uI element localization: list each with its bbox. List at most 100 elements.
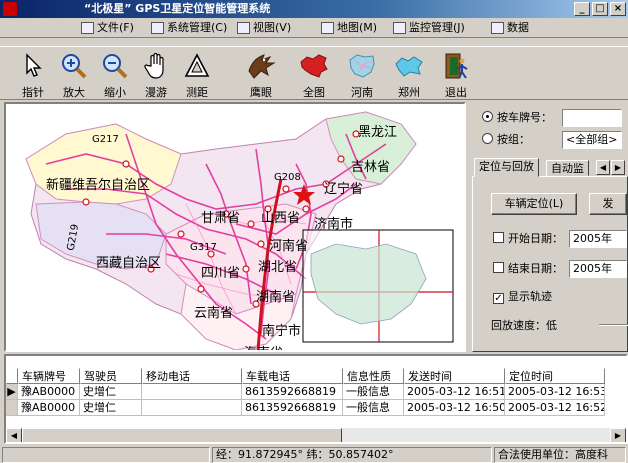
gear-icon [151, 22, 164, 34]
exit-icon [440, 51, 472, 81]
monitor-icon [393, 22, 406, 34]
menu-system[interactable]: 系统管理(C) [150, 20, 227, 36]
henan-tool[interactable]: 河南 [343, 49, 381, 99]
tab-auto-monitor[interactable]: 自动监 [546, 160, 589, 176]
header-send-time[interactable]: 发送时间 [404, 368, 505, 384]
map-label-heilongjiang: 黑龙江 [358, 125, 398, 140]
checkbox-checked: ✓ [493, 293, 504, 304]
status-licensed-unit: 合法使用单位：高度科 [494, 447, 626, 463]
plate-input[interactable] [562, 109, 622, 127]
pan-tool[interactable]: 漫游 [137, 49, 175, 99]
playback-speed-label: 回放速度：低 [491, 319, 557, 332]
header-locate-time[interactable]: 定位时间 [505, 368, 605, 384]
cell-mobile [142, 384, 242, 400]
tab-scroll-left[interactable]: ◀ [596, 160, 610, 175]
menu-file[interactable]: 文件(F) [80, 20, 134, 36]
eagle-eye-tool[interactable]: 鹰眼 [242, 49, 280, 99]
checkbox-box [493, 232, 504, 243]
vehicle-grid: 车辆牌号 驾驶员 移动电话 车载电话 信息性质 发送时间 定位时间 ▶ 豫AB0… [4, 354, 628, 444]
playback-speed-slider[interactable] [599, 324, 628, 326]
close-button[interactable]: × [610, 2, 626, 16]
checkbox-box [493, 262, 504, 273]
zhengzhou-tool[interactable]: 郑州 [390, 49, 428, 99]
cell-locate-time: 2005-03-12 16:52 [505, 400, 605, 416]
road-label-g208: G208 [274, 172, 301, 183]
road-label-g217: G217 [92, 134, 119, 145]
header-driver[interactable]: 驾驶员 [80, 368, 142, 384]
pointer-icon [17, 51, 49, 81]
ruler-icon [181, 51, 213, 81]
panel-tabs: 定位与回放 自动监 ◀ ▶ [472, 158, 628, 177]
map-label-nanning: 南宁市 [262, 324, 302, 339]
header-info-type[interactable]: 信息性质 [343, 368, 404, 384]
map-label-hubei: 湖北省 [258, 260, 298, 275]
scroll-right-button[interactable]: ▶ [610, 428, 626, 442]
map-label-sichuan: 四川省 [201, 266, 241, 281]
tab-locate-playback[interactable]: 定位与回放 [474, 158, 539, 177]
title-bar: “北极星” GPS卫星定位智能管理系统 _ □ × [0, 0, 628, 18]
toolbar: 指针 放大 缩小 漫游 测距 鹰眼 全图 河南 郑州 退出 [0, 46, 628, 100]
map-label-hainan: 海南省 [244, 342, 283, 350]
horizontal-scrollbar[interactable]: ◀ ▶ [6, 428, 626, 442]
map-label-xinjiang: 新疆维吾尔自治区 [46, 178, 151, 193]
map-label-henan: 河南省 [269, 239, 309, 254]
cell-mobile [142, 400, 242, 416]
group-select[interactable]: <全部组> [562, 131, 622, 149]
start-date-checkbox[interactable]: 开始日期： [493, 231, 563, 247]
window-title: “北极星” GPS卫星定位智能管理系统 [84, 2, 271, 15]
row-indicator-icon: ▶ [6, 384, 18, 400]
status-panel-blank [2, 447, 210, 463]
radio-dot [482, 133, 493, 144]
header-mobile[interactable]: 移动电话 [142, 368, 242, 384]
header-indicator [6, 368, 18, 384]
show-track-checkbox[interactable]: ✓ 显示轨迹 [493, 289, 552, 305]
header-plate[interactable]: 车辆牌号 [18, 368, 80, 384]
map-label-liaoning: 辽宁省 [324, 182, 364, 197]
zoom-out-tool[interactable]: 缩小 [96, 49, 134, 99]
map-label-jinan: 济南市 [314, 217, 354, 232]
cell-info-type: 一般信息 [343, 400, 404, 416]
vehicle-locate-button[interactable]: 车辆定位(L) [491, 193, 577, 215]
end-date-checkbox[interactable]: 结束日期： [493, 261, 563, 277]
maximize-button[interactable]: □ [592, 2, 608, 16]
radio-dot [482, 111, 493, 122]
measure-tool[interactable]: 测距 [178, 49, 216, 99]
minimize-button[interactable]: _ [574, 2, 590, 16]
app-icon [3, 2, 17, 16]
exit-tool[interactable]: 退出 [437, 49, 475, 99]
menu-data[interactable]: 数据 [490, 20, 529, 36]
map-label-gansu: 甘肃省 [201, 211, 241, 226]
menu-view[interactable]: 视图(V) [236, 20, 291, 36]
zoom-out-icon [99, 51, 131, 81]
map-label-jilin: 吉林省 [351, 160, 391, 175]
scroll-left-button[interactable]: ◀ [6, 428, 22, 442]
map-icon [321, 22, 334, 34]
full-map-icon [298, 51, 330, 81]
menu-monitor[interactable]: 监控管理(J) [392, 20, 465, 36]
menu-map[interactable]: 地图(M) [320, 20, 377, 36]
locate-playback-panel: 车辆定位(L) 发 开始日期： 2005年 结束日期： 2005年 ✓ 显示轨迹 … [472, 176, 628, 352]
zoom-in-tool[interactable]: 放大 [55, 49, 93, 99]
cell-send-time: 2005-03-12 16:51 [404, 384, 505, 400]
by-plate-radio[interactable]: 按车牌号： [482, 109, 552, 127]
header-car-phone[interactable]: 车载电话 [242, 368, 343, 384]
by-group-radio[interactable]: 按组： [482, 131, 530, 149]
end-date-input[interactable]: 2005年 [569, 260, 627, 278]
view-icon [237, 22, 250, 34]
map-view[interactable]: 黑龙江 吉林省 辽宁省 新疆维吾尔自治区 甘肃省 山西省 济南市 河南省 西藏自… [4, 102, 466, 352]
start-date-input[interactable]: 2005年 [569, 230, 627, 248]
full-map-tool[interactable]: 全图 [295, 49, 333, 99]
tab-scroll-right[interactable]: ▶ [611, 160, 625, 175]
database-icon [491, 22, 504, 34]
status-coordinates: 经：91.872945° 纬：50.857402° [212, 447, 492, 463]
map-label-yunnan: 云南省 [194, 306, 234, 321]
cell-driver: 史增仁 [80, 384, 142, 400]
pointer-tool[interactable]: 指针 [14, 49, 52, 99]
send-button[interactable]: 发 [589, 193, 627, 215]
scroll-thumb[interactable] [22, 428, 342, 442]
map-label-tibet: 西藏自治区 [96, 256, 162, 271]
cell-driver: 史增仁 [80, 400, 142, 416]
henan-icon [346, 51, 378, 81]
query-panel: 按车牌号： 按组： <全部组> 定位与回放 自动监 ◀ ▶ 车辆定位(L) 发 … [470, 102, 628, 352]
file-icon [81, 22, 94, 34]
